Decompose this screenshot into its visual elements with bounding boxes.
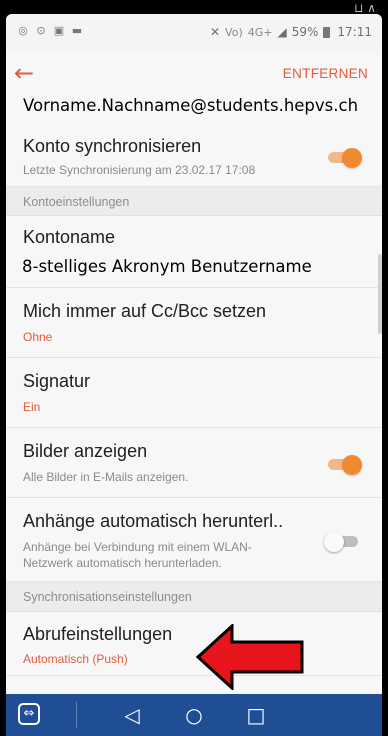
setting-subtitle-line2: Netzwerk automatisch herunterladen. xyxy=(23,556,222,570)
signal-icon: ◢ xyxy=(277,25,287,39)
toggle-thumb xyxy=(342,455,362,475)
battery-icon xyxy=(323,26,331,38)
setting-signature[interactable]: Signatur Ein xyxy=(6,358,382,428)
window-controls-icon: ⊔ ∧ xyxy=(354,1,376,15)
setting-title: Abrufeinstellungen xyxy=(23,624,173,644)
back-arrow-icon[interactable]: ← xyxy=(14,58,44,88)
setting-show-images[interactable]: Bilder anzeigen Alle Bilder in E-Mails a… xyxy=(6,428,382,498)
section-header-account: Kontoeinstellungen xyxy=(6,187,382,216)
mute-icon: ✕ xyxy=(209,25,221,39)
toggle-thumb xyxy=(342,148,362,168)
folder-icon: ▬ xyxy=(71,24,83,37)
clock: 17:11 xyxy=(337,25,372,39)
setting-title: Mich immer auf Cc/Bcc setzen xyxy=(23,301,267,321)
home-nav-icon[interactable]: ○ xyxy=(182,703,206,727)
section-label: Kontoeinstellungen xyxy=(23,195,130,209)
volte-icon: Vo) xyxy=(225,25,243,39)
status-right: ✕ Vo) 4G+ ◢ 59% 17:11 xyxy=(210,25,372,39)
teamviewer-icon[interactable]: ⇔ xyxy=(18,703,40,725)
setting-fetch[interactable]: Abrufeinstellungen Automatisch (Push) xyxy=(6,612,382,676)
section-header-sync: Synchronisationseinstellungen xyxy=(6,582,382,612)
setting-subtitle: Letzte Synchronisierung am 23.02.17 17:0… xyxy=(23,163,256,177)
setting-value: Automatisch (Push) xyxy=(23,652,128,666)
setting-auto-download-attachments[interactable]: Anhänge automatisch herunterl.. Anhänge … xyxy=(6,498,382,582)
whatsapp-icon: ◎ xyxy=(18,24,28,37)
account-name-value: 8-stelliges Akronym Benutzername xyxy=(22,257,312,276)
battery-percent: 59% xyxy=(291,25,319,39)
setting-title: Kontoname xyxy=(23,227,116,247)
nav-divider xyxy=(76,702,77,728)
setting-sync-account[interactable]: Konto synchronisieren Letzte Synchronisi… xyxy=(6,128,382,187)
setting-value: Ein xyxy=(23,400,41,414)
notification-icons: ◎ ⊙ ▣ ▬ xyxy=(16,24,84,38)
phone-screen: ◎ ⊙ ▣ ▬ ✕ Vo) 4G+ ◢ 59% 17:11 ← ENTFERNE… xyxy=(6,14,382,736)
setting-title: Bilder anzeigen xyxy=(23,441,148,461)
setting-title: Konto synchronisieren xyxy=(23,136,202,156)
setting-title: Signatur xyxy=(23,371,91,391)
network-type: 4G+ xyxy=(247,25,273,39)
account-email: Vorname.Nachname@students.hepvs.ch xyxy=(23,96,359,115)
app-header: ← ENTFERNEN Vorname.Nachname@students.he… xyxy=(6,50,382,128)
setting-subtitle: Alle Bilder in E-Mails anzeigen. xyxy=(23,470,189,484)
record-icon: ⊙ xyxy=(36,24,46,37)
back-nav-icon[interactable]: ◁ xyxy=(120,703,144,727)
recents-nav-icon[interactable]: □ xyxy=(244,703,268,727)
red-arrow-annotation xyxy=(196,624,304,690)
arrow-shape xyxy=(196,624,304,690)
section-label: Synchronisationseinstellungen xyxy=(23,590,192,604)
scrollbar[interactable] xyxy=(378,254,382,334)
sync-toggle[interactable] xyxy=(326,148,362,168)
remove-account-button[interactable]: ENTFERNEN xyxy=(283,66,368,81)
setting-account-name[interactable]: Kontoname 8-stelliges Akronym Benutzerna… xyxy=(6,216,382,288)
toggle-thumb xyxy=(324,532,344,552)
setting-value: Ohne xyxy=(23,330,53,344)
setting-title: Anhänge automatisch herunterl.. xyxy=(23,511,284,531)
status-bar: ◎ ⊙ ▣ ▬ ✕ Vo) 4G+ ◢ 59% 17:11 xyxy=(6,14,382,50)
phone-frame-right xyxy=(382,0,388,736)
settings-list: Konto synchronisieren Letzte Synchronisi… xyxy=(6,128,382,676)
attachments-toggle[interactable] xyxy=(324,532,362,552)
show-images-toggle[interactable] xyxy=(326,455,362,475)
message-icon: ▣ xyxy=(53,24,65,37)
navigation-bar: ⇔ ◁ ○ □ xyxy=(6,694,382,736)
setting-cc-bcc[interactable]: Mich immer auf Cc/Bcc setzen Ohne xyxy=(6,288,382,358)
setting-subtitle-line1: Anhänge bei Verbindung mit einem WLAN- xyxy=(23,540,252,554)
